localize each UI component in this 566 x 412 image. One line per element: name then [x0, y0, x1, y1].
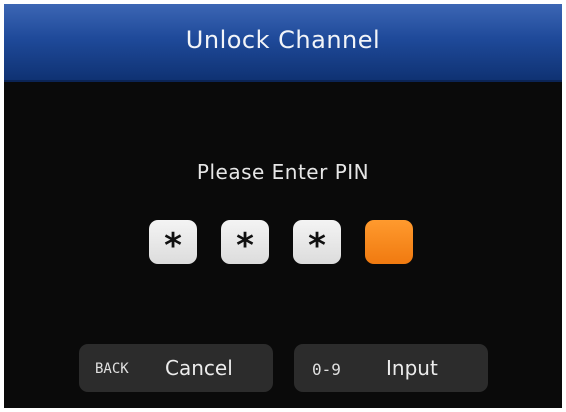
pin-digit-1[interactable]: * [149, 220, 197, 266]
back-key-hint: BACK [95, 361, 129, 377]
dialog-title: Unlock Channel [185, 26, 381, 54]
input-label: Input [386, 356, 438, 380]
pin-digit-4-active[interactable] [365, 220, 413, 264]
input-button[interactable]: 0-9 Input [294, 344, 488, 392]
cancel-button[interactable]: BACK Cancel [79, 344, 273, 392]
screen: Unlock Channel Please Enter PIN * * * BA… [0, 0, 566, 412]
title-bar: Unlock Channel [4, 4, 562, 82]
pin-digit-2[interactable]: * [221, 220, 269, 266]
pin-entry[interactable]: * * * [149, 220, 429, 266]
unlock-channel-dialog: Unlock Channel Please Enter PIN * * * BA… [4, 4, 562, 408]
digit-key-hint: 0-9 [312, 360, 341, 379]
pin-prompt: Please Enter PIN [196, 160, 370, 184]
cancel-label: Cancel [165, 356, 233, 380]
pin-digit-3[interactable]: * [293, 220, 341, 266]
